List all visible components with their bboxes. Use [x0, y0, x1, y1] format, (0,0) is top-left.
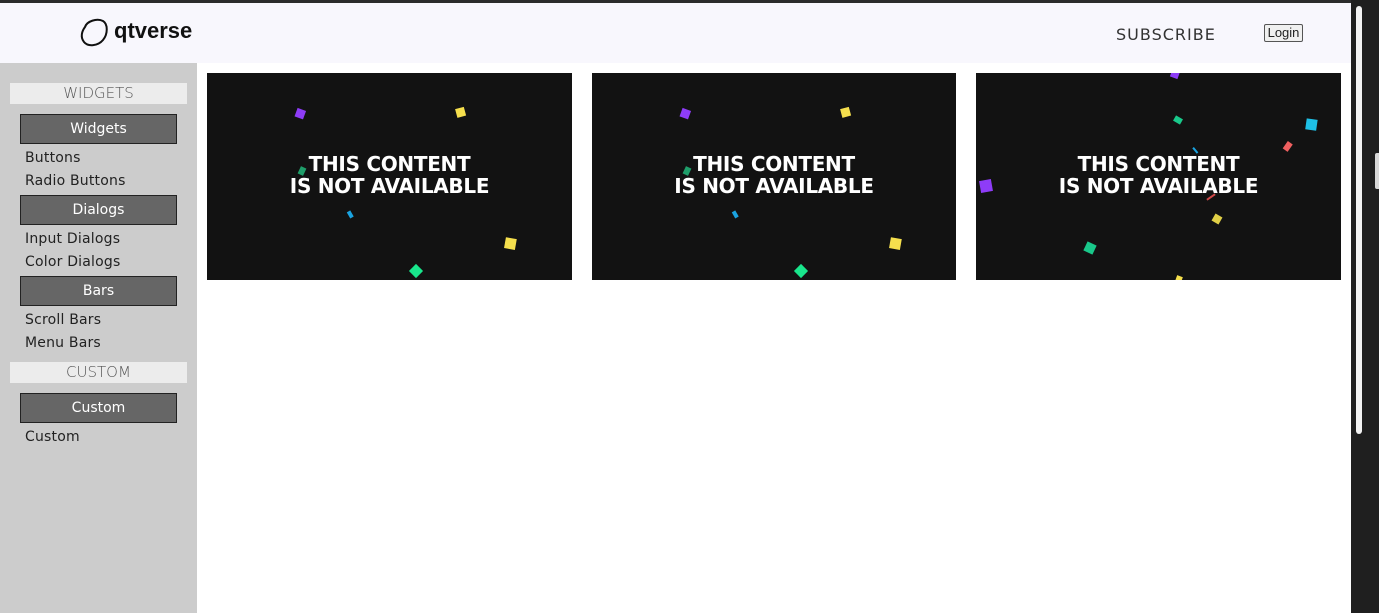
message-line-1: THIS CONTENT — [1077, 152, 1240, 176]
message-line-2: IS NOT AVAILABLE — [1058, 174, 1259, 198]
sidebar: WIDGETS Widgets Buttons Radio Buttons Di… — [0, 63, 197, 613]
message-line-1: THIS CONTENT — [693, 152, 855, 176]
brand-name: qtverse — [114, 18, 193, 43]
subscribe-link[interactable]: SUBSCRIBE — [1116, 25, 1216, 44]
unavailable-message: THIS CONTENT IS NOT AVAILABLE — [592, 153, 956, 197]
side-panel-tab[interactable] — [1375, 153, 1379, 189]
message-line-2: IS NOT AVAILABLE — [674, 174, 874, 198]
sidebar-link-buttons[interactable]: Buttons — [25, 150, 81, 166]
blob-logo-icon — [80, 18, 108, 47]
sidebar-link-color-dialogs[interactable]: Color Dialogs — [25, 254, 121, 270]
category-button-custom[interactable]: Custom — [20, 393, 177, 423]
category-button-widgets[interactable]: Widgets — [20, 114, 177, 144]
sidebar-link-input-dialogs[interactable]: Input Dialogs — [25, 231, 120, 247]
brand-logo[interactable]: qtverse — [79, 17, 192, 47]
content-card-unavailable[interactable]: THIS CONTENT IS NOT AVAILABLE — [207, 73, 572, 280]
content-card-unavailable[interactable]: THIS CONTENT IS NOT AVAILABLE — [976, 73, 1341, 280]
sidebar-link-scroll-bars[interactable]: Scroll Bars — [25, 312, 101, 328]
scrollbar-thumb[interactable] — [1356, 6, 1362, 434]
sidebar-link-custom[interactable]: Custom — [25, 429, 80, 445]
content-card-unavailable[interactable]: THIS CONTENT IS NOT AVAILABLE — [592, 73, 956, 280]
category-button-bars[interactable]: Bars — [20, 276, 177, 306]
message-line-2: IS NOT AVAILABLE — [289, 174, 490, 198]
unavailable-message: THIS CONTENT IS NOT AVAILABLE — [976, 153, 1341, 197]
top-header: qtverse SUBSCRIBE Login — [0, 3, 1351, 63]
login-button[interactable]: Login — [1264, 24, 1303, 42]
message-line-1: THIS CONTENT — [308, 152, 471, 176]
section-heading-widgets: WIDGETS — [10, 83, 187, 104]
unavailable-message: THIS CONTENT IS NOT AVAILABLE — [207, 153, 572, 197]
section-heading-custom: CUSTOM — [10, 362, 187, 383]
sidebar-link-menu-bars[interactable]: Menu Bars — [25, 335, 101, 351]
category-button-dialogs[interactable]: Dialogs — [20, 195, 177, 225]
sidebar-link-radio-buttons[interactable]: Radio Buttons — [25, 173, 126, 189]
